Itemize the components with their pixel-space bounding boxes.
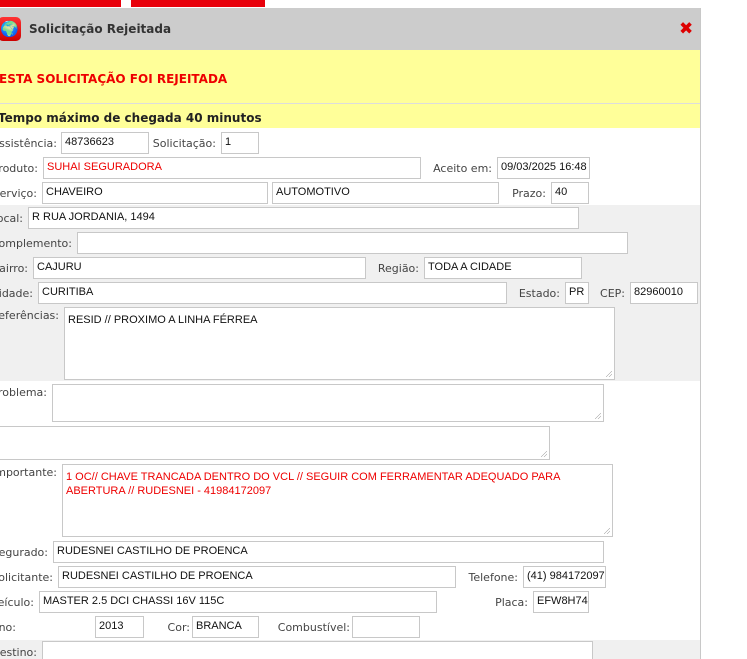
telefone-label: Telefone: [468,571,519,584]
destino-input[interactable] [42,641,593,659]
assistencia-label: Assistência: [0,137,57,150]
bairro-input[interactable]: CAJURU [33,257,366,279]
cor-input[interactable]: BRANCA [192,616,259,638]
complemento-input[interactable] [77,232,628,254]
rejected-message: ESTA SOLICITAÇÃO FOI REJEITADA [0,72,228,86]
cep-input[interactable]: 82960010 [630,282,698,304]
alert-banner: ESTA SOLICITAÇÃO FOI REJEITADA Tempo máx… [0,50,700,128]
complemento-label: Complemento: [0,237,72,250]
aceito-input[interactable]: 09/03/2025 16:48 [497,157,590,179]
solicitante-input[interactable]: RUDESNEI CASTILHO DE PROENCA [58,566,456,588]
veiculo-input[interactable]: MASTER 2.5 DCI CHASSI 16V 115C [39,591,437,613]
cor-label: Cor: [167,621,190,634]
prazo-input[interactable]: 40 [551,182,589,204]
solicitacao-label: Solicitação: [152,137,216,150]
segurado-label: Segurado: [0,546,48,559]
top-nav-button-2[interactable] [131,0,265,7]
regiao-label: Região: [377,262,419,275]
solicitacao-dialog: 🌍 Solicitação Rejeitada ✖ ESTA SOLICITAÇ… [0,8,701,659]
local-input[interactable]: R RUA JORDANIA, 1494 [28,207,579,229]
problema-textarea[interactable] [52,384,604,422]
prazo-label: Prazo: [512,187,546,200]
produto-label: Produto: [0,162,38,175]
produto-input[interactable]: SUHAI SEGURADORA [43,157,421,179]
ano-label: Ano: [0,621,16,634]
cidade-input[interactable]: CURITIBA [38,282,507,304]
ano-input[interactable]: 2013 [95,616,144,638]
dialog-title: Solicitação Rejeitada [29,22,172,36]
aceito-label: Aceito em: [433,162,492,175]
cidade-label: Cidade: [0,287,33,300]
importante-label: Importante: [0,466,57,479]
close-icon[interactable]: ✖ [679,19,693,39]
solicitacao-input[interactable]: 1 [221,132,259,154]
extra-textarea[interactable] [0,426,550,460]
arrival-time-text: Tempo máximo de chegada 40 minutos [0,111,262,125]
referencias-label: Referências: [0,309,59,322]
importante-textarea[interactable]: 1 OC// CHAVE TRANCADA DENTRO DO VCL // S… [62,464,613,537]
top-nav-button-1[interactable] [0,0,121,7]
divider [0,103,700,104]
local-label: Local: [0,212,23,225]
estado-input[interactable]: PR [565,282,589,304]
combustivel-input[interactable] [352,616,420,638]
servico-tipo-input[interactable]: AUTOMOTIVO [272,182,499,204]
servico-input[interactable]: CHAVEIRO [42,182,268,204]
problema-label: Problema: [0,386,47,399]
segurado-input[interactable]: RUDESNEI CASTILHO DE PROENCA [53,541,604,563]
assistencia-input[interactable]: 48736623 [61,132,149,154]
destino-label: Destino: [0,646,37,659]
telefone-input[interactable]: (41) 984172097 [523,566,606,588]
combustivel-label: Combustível: [277,621,350,634]
referencias-textarea[interactable]: RESID // PROXIMO A LINHA FÉRREA [64,307,615,380]
bairro-label: Bairro: [0,262,28,275]
solicitante-label: Solicitante: [0,571,53,584]
placa-input[interactable]: EFW8H74 [533,591,589,613]
regiao-input[interactable]: TODA A CIDADE [424,257,582,279]
title-bar: 🌍 Solicitação Rejeitada ✖ [0,8,700,50]
veiculo-label: Veículo: [0,596,34,609]
globe-icon: 🌍 [0,17,21,41]
estado-label: Estado: [518,287,560,300]
servico-label: Serviço: [0,187,37,200]
cep-label: CEP: [600,287,625,300]
placa-label: Placa: [495,596,528,609]
